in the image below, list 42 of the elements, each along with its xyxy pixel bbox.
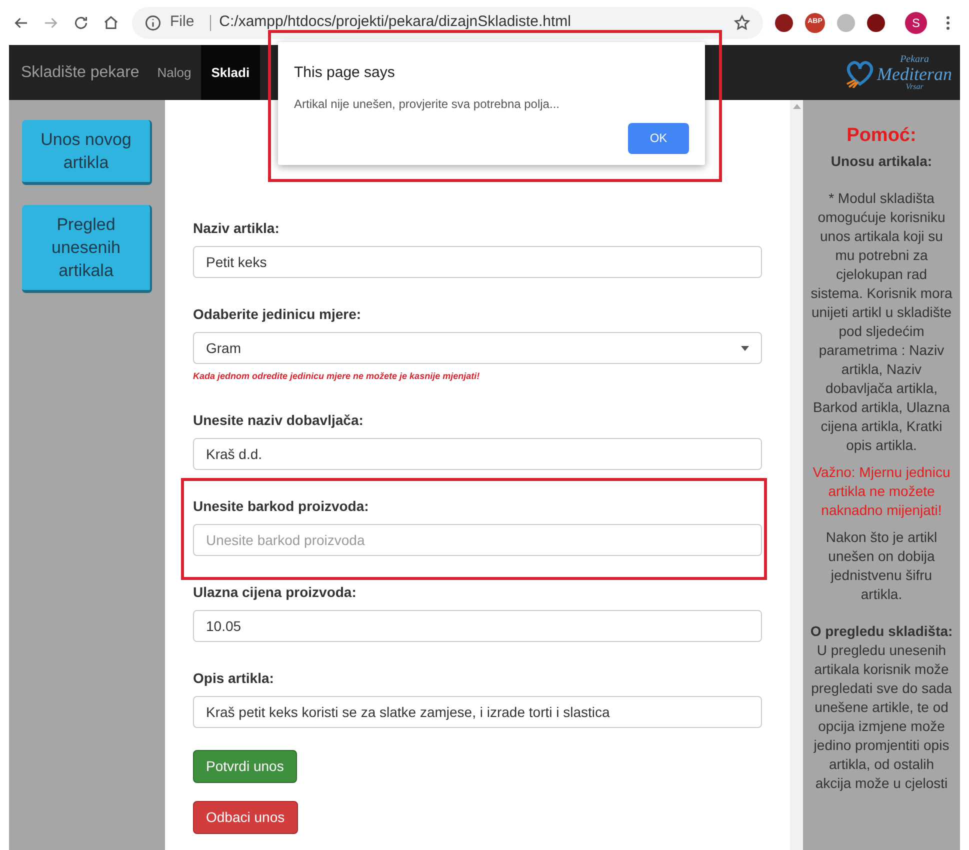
field-label: Unesite barkod proizvoda: (193, 496, 370, 516)
field-label: Unesite naziv dobavljača: (193, 410, 364, 430)
brand-title[interactable]: Skladište pekare (21, 60, 140, 84)
sidebar-button[interactable]: Pregled unesenih artikala (22, 205, 152, 293)
url-text: C:/xampp/htdocs/projekti/pekara/dizajnSkladiste.html (219, 12, 572, 32)
info-icon[interactable] (144, 14, 162, 32)
dialog-message: Artikal nije unešen, provjerite sva potrebna polja... (294, 96, 560, 112)
nav-item[interactable]: Nalog (147, 45, 202, 100)
input-field[interactable]: Kraš d.d. (193, 438, 762, 470)
star-icon[interactable] (733, 14, 751, 32)
profile-avatar[interactable]: S (905, 12, 927, 34)
input-field[interactable]: Petit keks (193, 246, 762, 278)
help-heading: O pregledu skladišta: (810, 622, 953, 641)
field-label: Ulazna cijena proizvoda: (193, 582, 358, 602)
caret-icon (741, 346, 749, 350)
logo-text: Mediteran (877, 64, 952, 82)
nav-item[interactable]: Skladi (201, 45, 260, 100)
logo-text: Vrsar (906, 82, 924, 90)
logo-text: Pekara (900, 54, 929, 64)
help-title: Pomoć: (846, 126, 916, 145)
help-text: * Modul skladišta omogućuje korisniku unos artikala koji su mu potrebni za cjelokupan rad sistema. Korisnik mora unijeti artikl u skladište pod sljedećim parametrima : Naziv artikla, Naziv dobavljača artikla, Barkod artikla, Ulazna cijena artikla, Kratki opis artikla. (810, 189, 953, 455)
extension-icon[interactable] (867, 14, 885, 32)
address-bar[interactable]: File C:/xampp/htdocs/projekti/pekara/dizajnSkladiste.html (132, 6, 763, 38)
url-scheme: File (170, 12, 194, 32)
success-button[interactable]: Potvrdi unos (193, 750, 297, 782)
unit-select[interactable]: Gram (193, 332, 762, 364)
help-text: Nakon što je artikl unešen on dobija jednistvenu šifru artikla. (824, 528, 938, 604)
input-field[interactable]: Unesite barkod proizvoda (193, 524, 762, 556)
field-hint: Kada jednom odredite jedinicu mjere ne možete je kasnije mjenjati! (193, 370, 481, 383)
input-field[interactable]: Kraš petit keks koristi se za slatke zamjese, i izrade torti i slastica (193, 696, 762, 728)
home-icon[interactable] (102, 14, 120, 32)
field-label: Naziv artikla: (193, 219, 280, 238)
input-field[interactable]: 10.05 (193, 610, 762, 642)
help-heading: Unosu artikala: (830, 152, 932, 171)
sidebar-button[interactable]: Unos novog artikla (22, 120, 152, 185)
field-label: Odaberite jedinicu mjere: (193, 305, 362, 324)
ok-button[interactable]: OK (628, 122, 689, 154)
field-label: Opis artikla: (193, 668, 275, 688)
help-text: Važno: Mjernu jednicu artikla ne možete naknadno mijenjati! (812, 463, 952, 520)
dialog-title: This page says (294, 63, 396, 83)
danger-button[interactable]: Odbaci unos (193, 800, 298, 834)
help-text: U pregledu unesenih artikala korisnik može pregledati sve do sada unešene artikle, te od opcija izmjene može jedino promjentiti opis artikla, od ostalih akcija može u cjelosti (810, 641, 953, 793)
